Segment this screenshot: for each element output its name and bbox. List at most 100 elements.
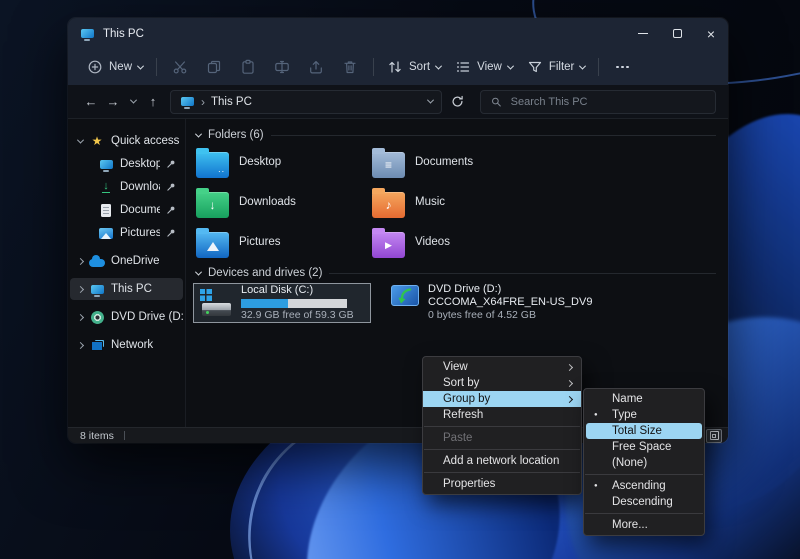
- drives-section-header[interactable]: Devices and drives (2): [196, 267, 716, 279]
- view-button[interactable]: View: [448, 54, 520, 80]
- menu-item-label: Name: [612, 393, 643, 405]
- paste-button[interactable]: [234, 54, 262, 80]
- folder-tile-downloads[interactable]: ↓Downloads: [196, 185, 372, 225]
- sidebar-item-label: DVD Drive (D:) CCCO: [111, 311, 183, 323]
- folder-dots-glyph: ∙∙: [218, 167, 225, 176]
- drive-name: DVD Drive (D:): [428, 283, 592, 296]
- chevron-down-icon[interactable]: [427, 97, 434, 104]
- close-button[interactable]: ×: [694, 18, 728, 49]
- chevron-right-icon[interactable]: [77, 285, 84, 292]
- menu-item-type[interactable]: ●Type: [584, 407, 704, 423]
- sort-button[interactable]: Sort: [380, 54, 448, 80]
- search-box[interactable]: [480, 90, 716, 114]
- menu-item-descending[interactable]: Descending: [584, 494, 704, 510]
- view-button-label: View: [477, 61, 502, 73]
- collapse-chevron-icon[interactable]: [195, 268, 202, 275]
- folder-tile-desktop[interactable]: ∙∙Desktop: [196, 145, 372, 185]
- chevron-right-icon[interactable]: [77, 257, 84, 264]
- new-button[interactable]: New: [80, 54, 150, 80]
- rename-button[interactable]: [268, 54, 296, 80]
- item-count: 8 items: [80, 430, 114, 442]
- recent-locations-button[interactable]: [124, 99, 142, 104]
- sidebar-item-this-pc[interactable]: This PC: [70, 278, 183, 300]
- sidebar-item-dvd-drive-d-ccco[interactable]: DVD Drive (D:) CCCO: [70, 306, 183, 328]
- menu-item-group-by[interactable]: Group by: [423, 391, 581, 407]
- sidebar-item-label: OneDrive: [111, 255, 183, 267]
- forward-button[interactable]: →: [102, 94, 124, 109]
- capacity-bar: [241, 299, 347, 308]
- menu-item-label: Descending: [612, 496, 673, 508]
- address-bar[interactable]: › This PC: [170, 90, 442, 114]
- folder-tile-label: Videos: [415, 236, 450, 248]
- maximize-button[interactable]: [660, 18, 694, 49]
- window-content: ★Quick accessDesktopDownloadsDocumentsPi…: [68, 119, 728, 427]
- chevron-right-icon[interactable]: [77, 341, 84, 348]
- search-icon: [490, 95, 503, 109]
- pin-icon: [166, 205, 176, 215]
- minimize-button[interactable]: [626, 18, 660, 49]
- sidebar-item-label: Desktop: [120, 158, 160, 170]
- address-row: ← → ↑ › This PC: [68, 85, 728, 119]
- cut-button[interactable]: [166, 54, 194, 80]
- sidebar-item-documents[interactable]: Documents: [70, 199, 183, 221]
- breadcrumb[interactable]: This PC: [211, 96, 252, 108]
- folder-tile-videos[interactable]: ▶ Videos: [372, 225, 548, 265]
- large-icons-view-button[interactable]: [706, 429, 722, 443]
- drive-tile-dvd-drive-d[interactable]: DVD Drive (D:)CCCOMA_X64FRE_EN-US_DV90 b…: [391, 283, 592, 322]
- search-input[interactable]: [511, 96, 706, 108]
- chevron-right-icon[interactable]: [77, 313, 84, 320]
- menu-item-view[interactable]: View: [423, 359, 581, 375]
- chevron-right-icon: [566, 363, 573, 370]
- menu-separator: [424, 449, 580, 450]
- folder-tile-pictures[interactable]: Pictures: [196, 225, 372, 265]
- copy-button[interactable]: [200, 54, 228, 80]
- this-pc-icon: [179, 97, 195, 106]
- menu-item-total-size[interactable]: Total Size: [586, 423, 702, 439]
- more-options-button[interactable]: [608, 54, 636, 80]
- more-options-icon: [616, 66, 629, 69]
- menu-item-ascending[interactable]: ●Ascending: [584, 478, 704, 494]
- menu-item-paste[interactable]: Paste: [423, 430, 581, 446]
- sidebar-item-downloads[interactable]: Downloads: [70, 176, 183, 198]
- menu-item-properties[interactable]: Properties: [423, 476, 581, 492]
- folder-desktop-icon: ∙∙: [196, 152, 229, 178]
- chevron-down-icon[interactable]: [77, 136, 84, 143]
- sort-button-label: Sort: [409, 61, 430, 73]
- folder-videos-icon: ▶: [372, 232, 405, 258]
- sidebar-item-pictures[interactable]: Pictures: [70, 222, 183, 244]
- drive-tile-local-disk-c[interactable]: Local Disk (C:)32.9 GB free of 59.3 GB: [193, 283, 371, 323]
- back-button[interactable]: ←: [80, 94, 102, 109]
- mountain-glyph: [207, 242, 219, 251]
- sidebar-item-label: This PC: [111, 283, 183, 295]
- filter-button-label: Filter: [549, 61, 575, 73]
- refresh-button[interactable]: [444, 94, 470, 109]
- menu-item-none[interactable]: (None): [584, 455, 704, 471]
- group-by-submenu: Name ●TypeTotal SizeFree Space(None) ●Asce…: [583, 388, 705, 536]
- menu-item-free-space[interactable]: Free Space: [584, 439, 704, 455]
- sidebar-item-network[interactable]: Network: [70, 334, 183, 356]
- folders-section-header[interactable]: Folders (6): [196, 129, 716, 141]
- sidebar-item-label: Downloads: [120, 181, 160, 193]
- sidebar-item-onedrive[interactable]: OneDrive: [70, 250, 183, 272]
- menu-item-name[interactable]: Name: [584, 391, 704, 407]
- menu-item-refresh[interactable]: Refresh: [423, 407, 581, 423]
- titlebar[interactable]: This PC ×: [68, 18, 728, 49]
- drive-name: Local Disk (C:): [241, 284, 354, 297]
- folder-tile-documents[interactable]: ≡Documents: [372, 145, 548, 185]
- up-button[interactable]: ↑: [142, 94, 164, 109]
- menu-item-add-a-network-location[interactable]: Add a network location: [423, 453, 581, 469]
- filter-button[interactable]: Filter: [520, 54, 593, 80]
- menu-item-label: Type: [612, 409, 637, 421]
- collapse-chevron-icon[interactable]: [195, 130, 202, 137]
- share-button[interactable]: [302, 54, 330, 80]
- sidebar-item-quick-access[interactable]: ★Quick access: [70, 130, 183, 152]
- folder-tile-music[interactable]: ♪Music: [372, 185, 548, 225]
- sidebar-item-desktop[interactable]: Desktop: [70, 153, 183, 175]
- chevron-down-icon: [579, 62, 586, 69]
- folder-pictures-icon: [196, 232, 229, 258]
- menu-item-sort-by[interactable]: Sort by: [423, 375, 581, 391]
- menu-item-more[interactable]: More...: [584, 517, 704, 533]
- delete-button[interactable]: [336, 54, 364, 80]
- hard-drive-body: [202, 303, 231, 316]
- breadcrumb-separator: ›: [201, 95, 205, 109]
